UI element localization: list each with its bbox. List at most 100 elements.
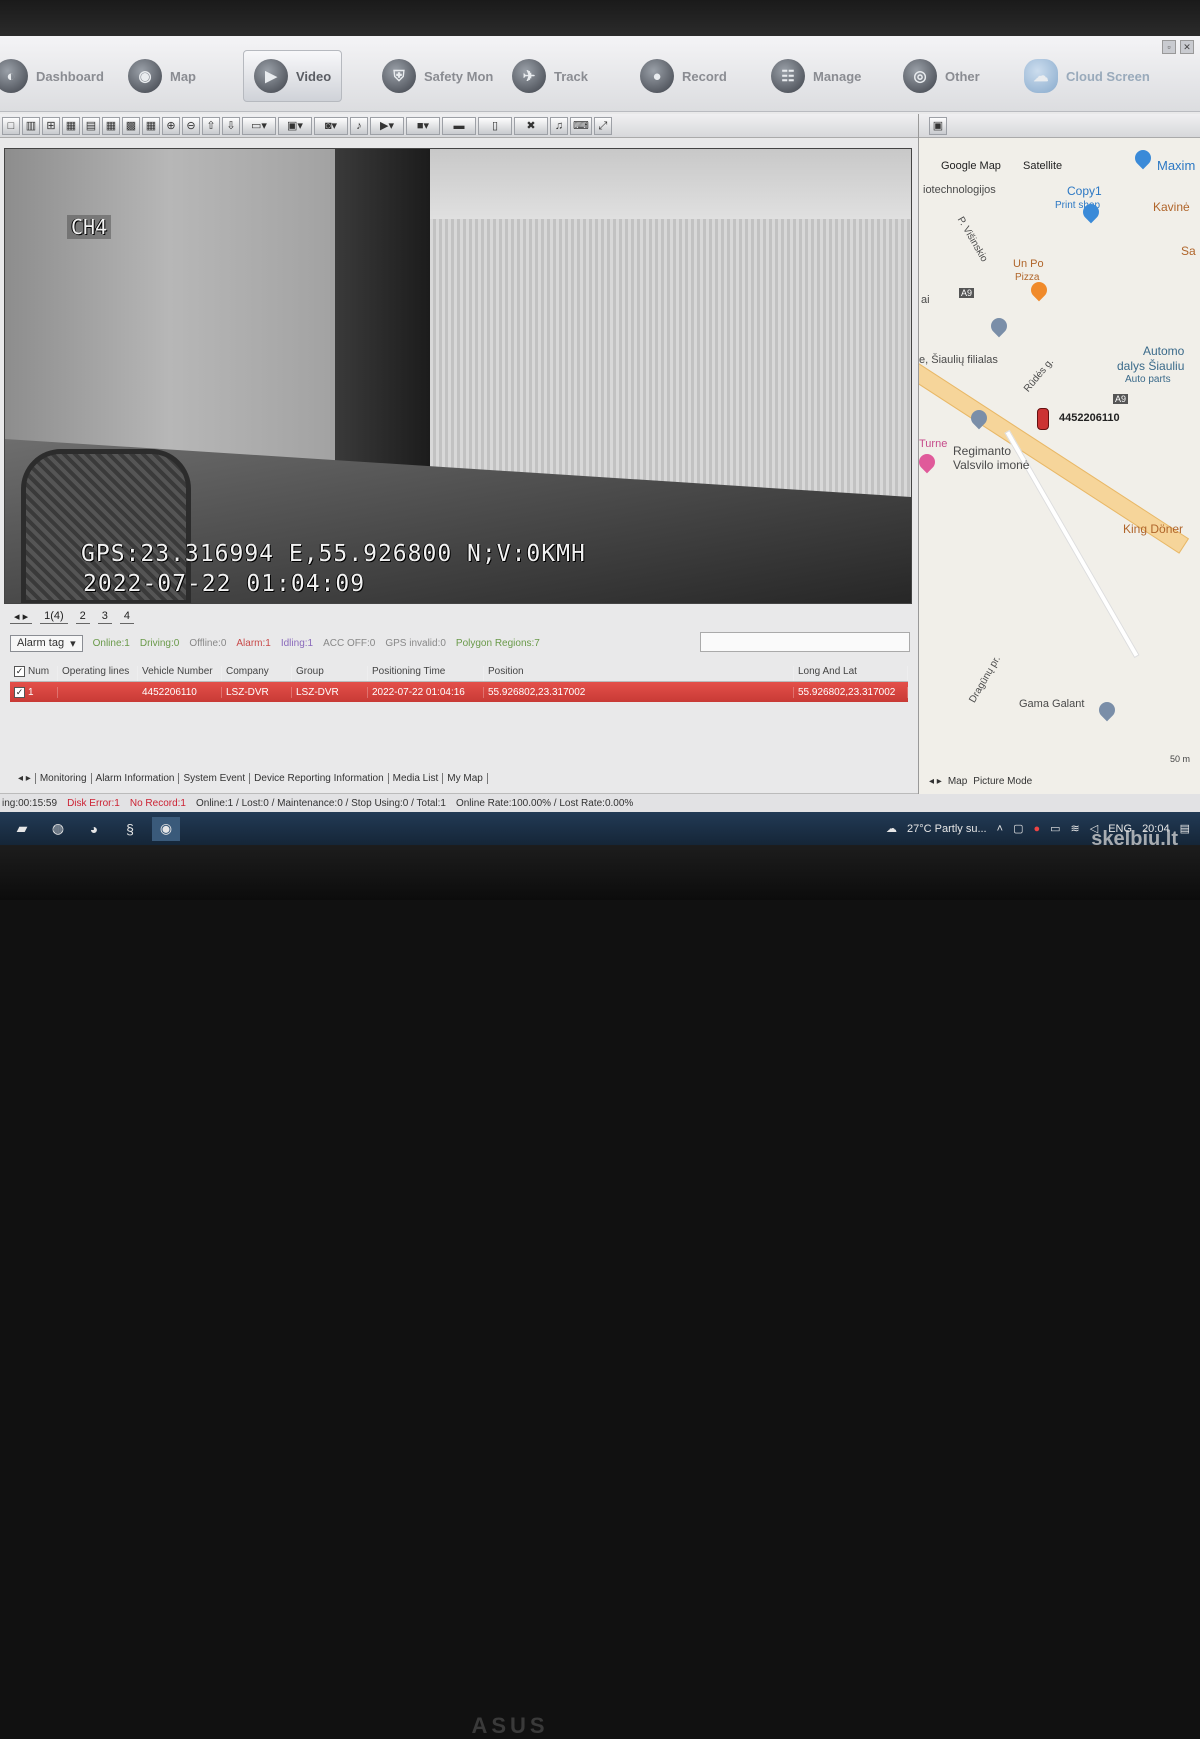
- supermarket-pin-icon[interactable]: [1131, 146, 1155, 170]
- header-num[interactable]: ✓ Num: [10, 666, 58, 681]
- nav-video[interactable]: ▶ Video: [243, 50, 343, 102]
- tab-monitoring[interactable]: Monitoring: [40, 773, 92, 784]
- status-acc-off[interactable]: ACC OFF:0: [323, 638, 375, 649]
- table-row[interactable]: ✓ 1 4452206110 LSZ-DVR LSZ-DVR 2022-07-22…: [10, 682, 908, 702]
- tab-device-reporting[interactable]: Device Reporting Information: [254, 773, 389, 784]
- map-label: Auto parts: [1125, 374, 1171, 385]
- nav-track[interactable]: ✈ Track: [512, 50, 588, 102]
- camera-dropdown-icon[interactable]: ◙▾: [314, 116, 348, 135]
- info-bar: ing:00:15:59 Disk Error:1 No Record:1 On…: [0, 793, 1200, 813]
- place-pin-icon[interactable]: [987, 314, 1011, 338]
- header-company[interactable]: Company: [222, 666, 292, 681]
- weather-text[interactable]: 27°C Partly su...: [907, 823, 987, 835]
- notification-icon[interactable]: ▤: [1180, 822, 1190, 835]
- layout-4-icon[interactable]: ⊞: [42, 116, 60, 135]
- keyboard-icon[interactable]: ⌨: [570, 116, 592, 135]
- nav-manage[interactable]: ☷ Manage: [771, 50, 861, 102]
- nav-other[interactable]: ◎ Other: [903, 50, 980, 102]
- shop-pin-icon[interactable]: [919, 450, 939, 474]
- delete-icon[interactable]: ✖: [514, 116, 548, 135]
- tab-picture-mode[interactable]: Picture Mode: [973, 776, 1032, 787]
- volume-icon[interactable]: ♪: [350, 116, 368, 135]
- cell-longlat: 55.926802,23.317002: [794, 686, 908, 698]
- map-type-google[interactable]: Google Map: [941, 160, 1001, 172]
- layout-1-icon[interactable]: □: [2, 116, 20, 135]
- tab-nav-arrows[interactable]: ◂ ▸: [18, 773, 36, 784]
- chrome-icon[interactable]: ◕: [80, 817, 108, 841]
- fullscreen-icon[interactable]: ⤢: [593, 116, 612, 135]
- header-longlat[interactable]: Long And Lat: [794, 666, 908, 681]
- wifi-icon[interactable]: ≋: [1071, 822, 1080, 835]
- header-operating[interactable]: Operating lines: [58, 666, 138, 681]
- save-icon[interactable]: ▬: [442, 116, 476, 135]
- restore-icon[interactable]: ▫: [1162, 40, 1176, 54]
- cell-num: ✓ 1: [10, 686, 58, 698]
- nav-map[interactable]: ◉ Map: [128, 50, 196, 102]
- window-dropdown-icon[interactable]: ▣▾: [278, 116, 312, 135]
- tab-map[interactable]: Map: [948, 776, 967, 787]
- tab-system-event[interactable]: System Event: [183, 773, 251, 784]
- layout-9-icon[interactable]: ▦: [102, 116, 120, 135]
- tab-nav-arrows[interactable]: ◂ ▸: [929, 776, 942, 787]
- header-group[interactable]: Group: [292, 666, 368, 681]
- place-pin-icon[interactable]: [1095, 698, 1119, 722]
- select-all-checkbox[interactable]: ✓: [14, 666, 25, 677]
- status-polygon[interactable]: Polygon Regions:7: [456, 638, 540, 649]
- header-vehicle[interactable]: Vehicle Number: [138, 666, 222, 681]
- nav-safety-mon[interactable]: ⛨ Safety Mon: [382, 50, 493, 102]
- status-gps-invalid[interactable]: GPS invalid:0: [385, 638, 446, 649]
- play-dropdown-icon[interactable]: ▶▾: [370, 116, 404, 135]
- arrow-up-icon[interactable]: ⇧: [202, 116, 220, 135]
- app-icon[interactable]: §: [116, 817, 144, 841]
- zoom-out-icon[interactable]: ⊖: [182, 116, 200, 135]
- map-maximize-icon[interactable]: ▣: [929, 117, 947, 135]
- map-label: dalys Šiauliu: [1117, 359, 1185, 373]
- cms-app-icon[interactable]: ◉: [152, 816, 180, 841]
- file-explorer-icon[interactable]: ▰: [8, 817, 36, 841]
- status-offline[interactable]: Offline:0: [189, 638, 226, 649]
- channel-tab[interactable]: 1(4): [40, 610, 68, 624]
- zoom-in-icon[interactable]: ⊕: [162, 116, 180, 135]
- tab-media-list[interactable]: Media List: [393, 773, 444, 784]
- channel-tab[interactable]: 2: [75, 610, 90, 624]
- status-alarm[interactable]: Alarm:1: [236, 638, 270, 649]
- device-icon[interactable]: ▢: [1013, 822, 1023, 835]
- arrow-down-icon[interactable]: ⇩: [222, 116, 240, 135]
- gps-overlay: GPS:23.316994 E,55.926800 N;V:0KMH: [81, 541, 586, 567]
- status-idling[interactable]: Idling:1: [281, 638, 313, 649]
- map-panel[interactable]: ▣ Google Map Satellite iotechnologijos C…: [918, 114, 1200, 794]
- nav-dashboard[interactable]: ◐ Dashboard: [0, 50, 104, 102]
- edge-icon[interactable]: ◍: [44, 817, 72, 841]
- close-icon[interactable]: ✕: [1180, 40, 1194, 54]
- header-time[interactable]: Positioning Time: [368, 666, 484, 681]
- status-driving[interactable]: Driving:0: [140, 638, 179, 649]
- layout-12-icon[interactable]: ▩: [122, 116, 140, 135]
- channel-tab[interactable]: 3: [97, 610, 112, 624]
- status-online[interactable]: Online:1: [93, 638, 130, 649]
- antivirus-icon[interactable]: ●: [1033, 823, 1040, 835]
- microphone-icon[interactable]: ♫: [550, 116, 568, 135]
- tab-alarm-information[interactable]: Alarm Information: [96, 773, 180, 784]
- nav-cloud-screen[interactable]: ☁ Cloud Screen: [1024, 50, 1150, 102]
- vehicle-marker-icon[interactable]: [1037, 408, 1049, 430]
- screen-dropdown-icon[interactable]: ▭▾: [242, 116, 276, 135]
- map-label: Sa: [1181, 244, 1196, 258]
- channel-tab[interactable]: 4: [119, 610, 135, 624]
- tab-nav-arrows[interactable]: ◂ ▸: [10, 610, 33, 624]
- document-icon[interactable]: ▯: [478, 116, 512, 135]
- layout-2-icon[interactable]: ▥: [22, 116, 40, 135]
- tab-my-map[interactable]: My Map: [447, 773, 488, 784]
- header-position[interactable]: Position: [484, 666, 794, 681]
- chevron-up-icon[interactable]: ˄: [997, 823, 1003, 835]
- stop-dropdown-icon[interactable]: ■▾: [406, 116, 440, 135]
- layout-16-icon[interactable]: ▦: [142, 116, 160, 135]
- vehicle-search-input[interactable]: [700, 632, 910, 652]
- layout-6-icon[interactable]: ▦: [62, 116, 80, 135]
- row-checkbox[interactable]: ✓: [14, 686, 25, 698]
- layout-8-icon[interactable]: ▤: [82, 116, 100, 135]
- alarm-tag-select[interactable]: Alarm tag ▾: [10, 634, 83, 652]
- video-feed[interactable]: CH4 GPS:23.316994 E,55.926800 N;V:0KMH 2…: [4, 148, 912, 604]
- nav-record[interactable]: ● Record: [640, 50, 727, 102]
- map-type-satellite[interactable]: Satellite: [1023, 160, 1062, 172]
- battery-icon[interactable]: ▭: [1050, 822, 1060, 835]
